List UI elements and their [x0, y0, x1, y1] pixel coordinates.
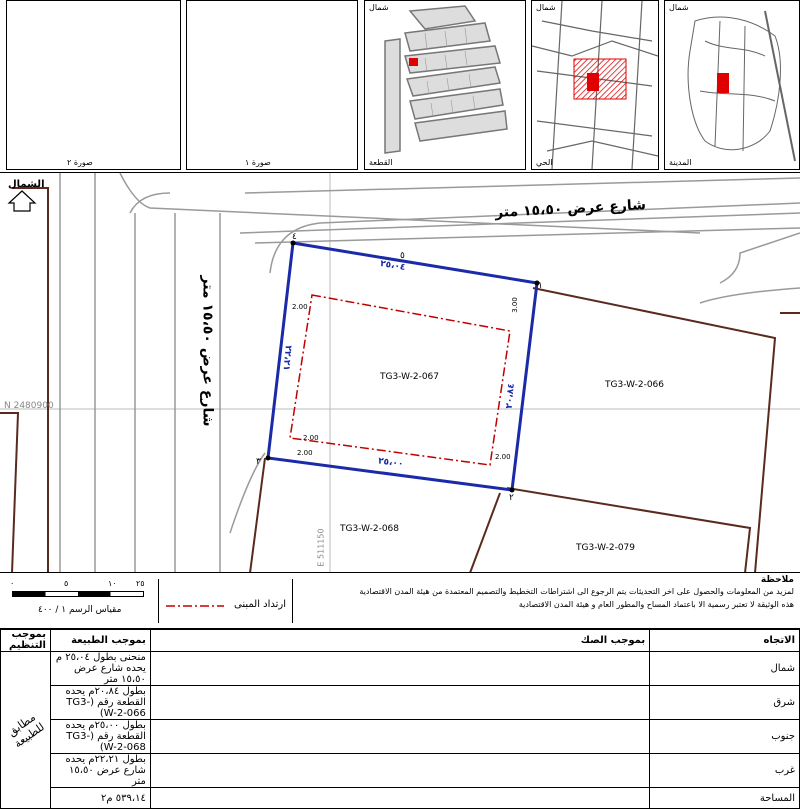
- thumb-picture-1: صورة ١: [186, 0, 358, 170]
- row-west-direction: غرب: [649, 753, 800, 788]
- notes-text: ملاحظة لمزيد من المعلومات والحصول على اخ…: [296, 575, 794, 627]
- corner-number-2: ٢: [509, 493, 514, 503]
- thumb-city-north: شمال: [669, 3, 689, 12]
- parcel-east-label: TG3-W-2-066: [605, 380, 665, 390]
- row-area-direction: المساحة: [649, 787, 800, 809]
- district-plot-highlight: [587, 73, 599, 91]
- scale-label: مقياس الرسم ١ / ٤٠٠: [38, 605, 122, 615]
- row-north-direction: شمال: [649, 651, 800, 686]
- thumb-city-caption: المدينة: [669, 158, 692, 167]
- legend-block: ارتداد المبنى: [162, 579, 293, 623]
- row-north-nature: منحنى بطول ٢٥،٠٤ م يحده شارع عرض ١٥،٥٠ م…: [49, 651, 151, 686]
- row-east-direction: شرق: [649, 685, 800, 720]
- setback-value-1: 2.00: [292, 303, 308, 311]
- north-label: الشمال: [8, 179, 45, 190]
- row-south-nature: بطول ٢٥،٠٠م يحده القطعة رقم (TG3-W-2-068…: [49, 719, 151, 754]
- thumb-plot-map: شمال القطعة: [364, 0, 526, 170]
- scale-bar: [12, 591, 144, 597]
- thumb-district-caption: الحي: [536, 158, 553, 167]
- table-row: بطول ٢٥،٠٠م يحده القطعة رقم (TG3-W-2-068…: [1, 719, 800, 754]
- regulation-cell: مطابق للطبيعة: [0, 651, 51, 809]
- district-hatch-area: [573, 58, 627, 100]
- thumb-picture-1-caption: صورة ١: [245, 158, 271, 167]
- thumb-district-north: شمال: [536, 3, 556, 12]
- north-arrow-icon: [7, 190, 37, 212]
- row-north-deed: [149, 651, 651, 686]
- setback-value-5: 2.00: [303, 434, 319, 442]
- header-deed: بموجب الصك: [149, 628, 651, 652]
- scale-tick-0: ٠: [10, 579, 15, 588]
- row-area-deed: [149, 787, 651, 809]
- thumb-district-map: شمال الحي: [531, 0, 659, 170]
- notes-title: ملاحظة: [760, 575, 794, 585]
- thumb-plot-caption: القطعة: [369, 158, 393, 167]
- scale-tick-5: ٥: [64, 579, 69, 588]
- parcel-southeast-label: TG3-W-2-079: [576, 543, 636, 553]
- notes-section: ٠ ٥ ١٠ ٢٥ مقياس الرسم ١ / ٤٠٠ ارتداد الم…: [0, 572, 800, 630]
- table-row: مطابق للطبيعة منحنى بطول ٢٥،٠٤ م يحده شا…: [0, 651, 800, 809]
- regulation-stamp: مطابق للطبيعة: [5, 710, 47, 751]
- row-west-deed: [149, 753, 651, 788]
- corner-number-5: ٥: [400, 251, 405, 261]
- thumb-picture-2: صورة ٢: [6, 0, 181, 170]
- parcel-south-label: TG3-W-2-068: [340, 524, 400, 534]
- table-row: بطول ٢٠،٨٤م يحده القطعة رقم (TG3-W-2-066…: [1, 685, 800, 720]
- site-plan: الشمال شارع عرض ١٥،٥٠ متر شارع عرض ١٥،٥٠…: [0, 172, 800, 573]
- corner-number-1: ١: [538, 281, 543, 291]
- row-south-deed: [149, 719, 651, 754]
- note-2: هذه الوثيقة لا تعتبر رسمية الا باعتماد ا…: [518, 600, 794, 609]
- plot-highlight: [409, 58, 418, 66]
- grid-coordinate-label: N 2480900: [4, 401, 54, 411]
- setback-value-2: 3.00: [510, 297, 519, 313]
- setback-value-3: 2.00: [297, 449, 313, 457]
- header-direction: الاتجاه: [649, 628, 800, 652]
- city-plot-highlight: [717, 73, 729, 93]
- street-west-label: شارع عرض ١٥،٥٠ متر: [199, 275, 216, 427]
- row-west-nature: بطول ٢٢،٢١م يحده شارع عرض ١٥،٥٠ متر: [49, 753, 151, 788]
- row-east-deed: [149, 685, 651, 720]
- boundaries-table: بموجب التنظيم بموجب الطبيعة بموجب الصك ا…: [0, 628, 800, 809]
- setback-value-4: 2.00: [495, 453, 511, 461]
- header-regulation: بموجب التنظيم: [0, 628, 51, 652]
- grid-coordinate-label-vertical: E 511150: [316, 528, 326, 567]
- table-row: ٥٣٩،١٤ م٢ المساحة: [1, 787, 800, 809]
- parcel-main-label: TG3-W-2-067: [380, 372, 440, 382]
- row-area-nature: ٥٣٩،١٤ م٢: [49, 787, 151, 809]
- table-header-row: بموجب التنظيم بموجب الطبيعة بموجب الصك ا…: [0, 628, 800, 652]
- table-row: بطول ٢٢،٢١م يحده شارع عرض ١٥،٥٠ متر غرب: [1, 753, 800, 788]
- corner-number-4: ٤: [292, 232, 297, 242]
- note-1: لمزيد من المعلومات والحصول على اخر التحد…: [359, 587, 794, 596]
- corner-number-3: ٣: [256, 457, 261, 467]
- scale-tick-10: ١٠: [108, 579, 117, 588]
- scale-tick-25: ٢٥: [136, 579, 145, 588]
- legend-setback-label: ارتداد المبنى: [234, 599, 287, 610]
- thumb-plot-north: شمال: [369, 3, 389, 12]
- row-east-nature: بطول ٢٠،٨٤م يحده القطعة رقم (TG3-W-2-066…: [49, 685, 151, 720]
- thumb-picture-2-caption: صورة ٢: [67, 158, 93, 167]
- scale-block: ٠ ٥ ١٠ ٢٥ مقياس الرسم ١ / ٤٠٠: [8, 579, 159, 623]
- header-nature: بموجب الطبيعة: [49, 628, 151, 652]
- thumb-city-map: شمال المدينة: [664, 0, 800, 170]
- row-south-direction: جنوب: [649, 719, 800, 754]
